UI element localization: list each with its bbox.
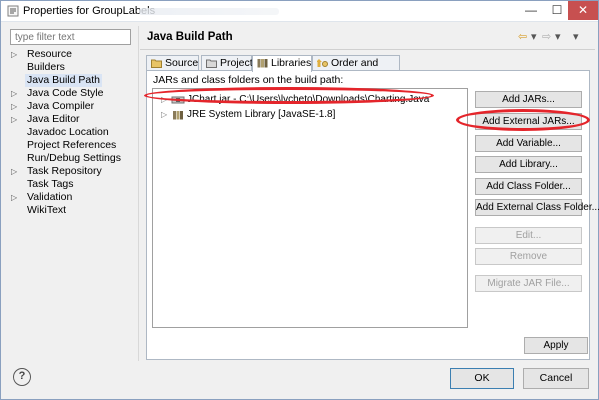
back-menu-icon[interactable]: ▾: [531, 30, 537, 43]
add-library-button[interactable]: Add Library...: [475, 156, 582, 173]
back-arrow-icon[interactable]: ⇦: [518, 30, 527, 43]
add-variable-button[interactable]: Add Variable...: [475, 135, 582, 152]
tab-source[interactable]: Source: [146, 55, 199, 71]
tree-item-task-tags[interactable]: Task Tags: [11, 178, 136, 191]
close-button[interactable]: ✕: [568, 1, 598, 20]
apply-button[interactable]: Apply: [524, 337, 588, 354]
edit-button[interactable]: Edit...: [475, 227, 582, 244]
remove-button[interactable]: Remove: [475, 248, 582, 265]
maximize-button[interactable]: ☐: [544, 1, 570, 20]
tree-item-resource[interactable]: ▷ Resource: [11, 48, 136, 61]
add-class-folder-button[interactable]: Add Class Folder...: [475, 178, 582, 195]
tab-libraries[interactable]: Libraries: [252, 55, 312, 72]
expand-arrow-icon[interactable]: ▷: [11, 87, 21, 100]
ok-button[interactable]: OK: [450, 368, 514, 389]
cancel-button[interactable]: Cancel: [523, 368, 589, 389]
libraries-list[interactable]: ▷ JChart.jar - C:\Users\lvcheto\Download…: [152, 88, 468, 328]
title-bar: Properties for GroupLabels — ☐ ✕: [1, 1, 598, 22]
tab-order-and-export[interactable]: Order and Export: [312, 55, 400, 83]
tree-item-java-compiler[interactable]: ▷ Java Compiler: [11, 100, 136, 113]
properties-dialog: Properties for GroupLabels — ☐ ✕ ▷Resour…: [0, 0, 599, 400]
jar-icon: [171, 96, 185, 104]
libraries-label: JARs and class folders on the build path…: [153, 74, 344, 86]
add-external-jars-button[interactable]: Add External JARs...: [475, 113, 582, 130]
page-navigation: ⇦ ▾ ⇨ ▾ ▾: [518, 30, 588, 44]
expand-arrow-icon[interactable]: ▷: [11, 100, 21, 113]
expand-arrow-icon[interactable]: ▷: [11, 113, 21, 126]
tree-item-java-code-style[interactable]: ▷ Java Code Style: [11, 87, 136, 100]
view-menu-icon[interactable]: ▾: [573, 30, 579, 43]
tree-item-javadoc-location[interactable]: Javadoc Location: [11, 126, 136, 139]
library-icon: [173, 111, 183, 120]
jre-entry-text: JRE System Library [JavaSE-1.8]: [187, 109, 336, 120]
minimize-button[interactable]: —: [518, 1, 544, 20]
expand-arrow-icon[interactable]: ▷: [11, 165, 21, 178]
tree-item-wikitext[interactable]: WikiText: [11, 204, 136, 217]
libraries-icon: [257, 59, 268, 68]
tree-item-run-debug-settings[interactable]: Run/Debug Settings: [11, 152, 136, 165]
help-icon[interactable]: ?: [13, 368, 31, 386]
tree-item-java-editor[interactable]: ▷ Java Editor: [11, 113, 136, 126]
expand-arrow-icon[interactable]: ▷: [11, 191, 21, 204]
projects-icon: [206, 59, 217, 68]
order-export-icon: [317, 59, 328, 67]
expand-arrow-icon[interactable]: ▷: [161, 108, 167, 122]
tree-item-builders[interactable]: Builders: [11, 61, 136, 74]
source-folder-icon: [151, 59, 162, 68]
forward-menu-icon[interactable]: ▾: [555, 30, 561, 43]
tree-item-validation[interactable]: ▷ Validation: [11, 191, 136, 204]
page-title: Java Build Path: [147, 31, 233, 43]
filter-input[interactable]: [10, 29, 131, 45]
title-divider: [140, 49, 595, 50]
expand-arrow-icon[interactable]: ▷: [11, 48, 21, 61]
properties-icon: [7, 5, 19, 17]
blurred-title-region: [139, 8, 279, 15]
tree-item-task-repository[interactable]: ▷ Task Repository: [11, 165, 136, 178]
add-external-class-folder-button[interactable]: Add External Class Folder...: [475, 199, 599, 216]
migrate-jar-button[interactable]: Migrate JAR File...: [475, 275, 582, 292]
forward-arrow-icon[interactable]: ⇨: [542, 30, 551, 43]
sidebar-sash[interactable]: [138, 26, 139, 361]
jar-entry-text: JChart.jar - C:\Users\lvcheto\Downloads\…: [187, 94, 430, 105]
tree-item-java-build-path[interactable]: Java Build Path: [11, 74, 136, 87]
property-tree: ▷ Resource Builders Java Build Path ▷ Java…: [11, 48, 136, 217]
window-title: Properties for GroupLabels: [23, 5, 156, 17]
tab-projects[interactable]: Projects: [201, 55, 258, 71]
tree-item-project-references[interactable]: Project References: [11, 139, 136, 152]
expand-arrow-icon[interactable]: ▷: [161, 93, 167, 107]
add-jars-button[interactable]: Add JARs...: [475, 91, 582, 108]
